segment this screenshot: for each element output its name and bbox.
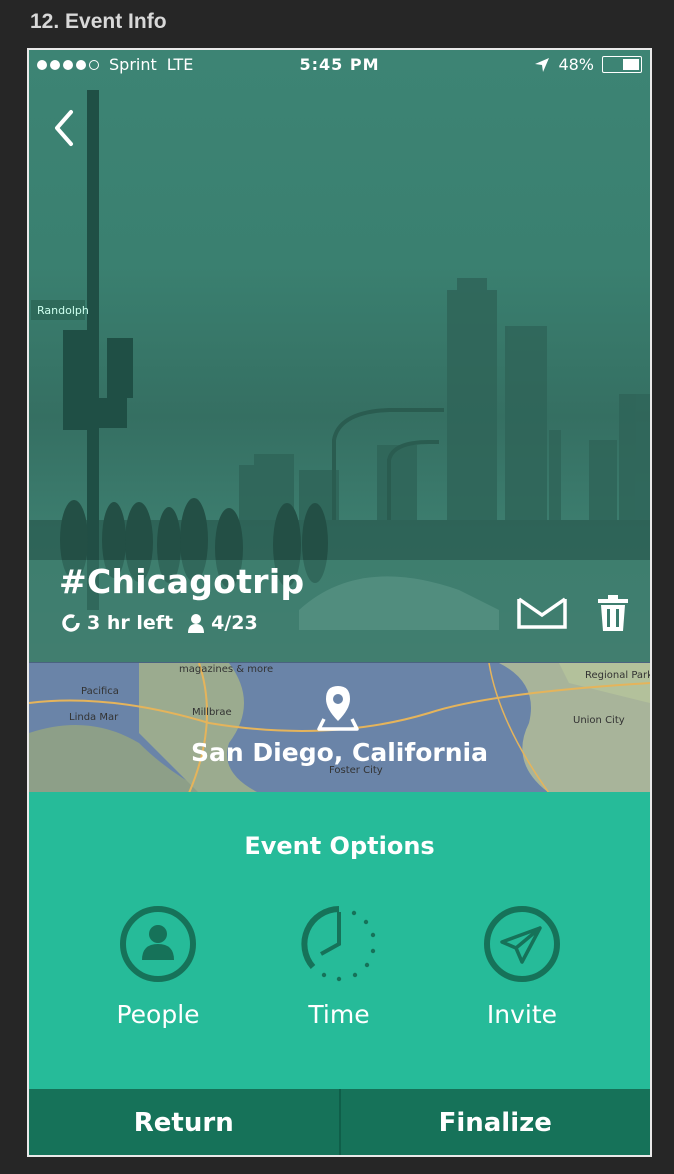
- delete-button[interactable]: [598, 595, 628, 635]
- event-hero-image: Randolph Sprint LTE 5:45 PM 48% #Chicago…: [29, 50, 650, 662]
- status-bar: Sprint LTE 5:45 PM 48%: [29, 50, 650, 80]
- time-option-button[interactable]: Time: [259, 904, 419, 1029]
- svg-text:magazines & more: magazines & more: [179, 664, 273, 675]
- bottom-action-bar: Return Finalize: [29, 1089, 651, 1155]
- people-option-button[interactable]: People: [78, 904, 238, 1029]
- trash-icon: [598, 595, 628, 631]
- battery-percent: 48%: [558, 55, 594, 74]
- svg-text:Union City: Union City: [573, 715, 625, 726]
- time-option-label: Time: [308, 1000, 370, 1029]
- clock-icon: [301, 906, 376, 982]
- map-location-label: San Diego, California: [191, 738, 488, 767]
- phone-frame: Randolph Sprint LTE 5:45 PM 48% #Chicago…: [27, 48, 652, 1157]
- paper-plane-icon: [484, 906, 560, 982]
- svg-text:Regional Park: Regional Park: [585, 670, 650, 681]
- finalize-button[interactable]: Finalize: [341, 1089, 651, 1155]
- save-button[interactable]: [516, 596, 568, 634]
- svg-text:Linda Mar: Linda Mar: [69, 712, 119, 723]
- event-meta: 3 hr left 4/23: [61, 612, 258, 634]
- invite-option-button[interactable]: Invite: [442, 904, 602, 1029]
- map-pin-icon: [317, 686, 359, 731]
- people-option-label: People: [116, 1000, 200, 1029]
- time-left-icon: [62, 614, 80, 632]
- person-icon: [120, 906, 196, 982]
- invite-option-label: Invite: [486, 1000, 558, 1029]
- back-button[interactable]: [49, 108, 79, 148]
- person-icon: [188, 614, 205, 633]
- event-options-panel: Event Options People Time Invite: [29, 792, 650, 1089]
- return-button[interactable]: Return: [29, 1089, 341, 1155]
- page-label: 12. Event Info: [30, 10, 167, 33]
- event-title: #Chicagotrip: [59, 562, 305, 601]
- svg-text:Millbrae: Millbrae: [192, 707, 232, 718]
- time-left: 3 hr left: [87, 612, 174, 634]
- event-options-title: Event Options: [244, 832, 435, 860]
- location-map[interactable]: magazines & more Pacifica Linda Mar Mill…: [29, 662, 650, 792]
- location-arrow-icon: [535, 57, 550, 72]
- attendee-count: 4/23: [211, 612, 258, 634]
- svg-text:Randolph: Randolph: [37, 304, 89, 317]
- inbox-download-icon: [517, 597, 567, 629]
- battery-level: [622, 59, 639, 70]
- svg-text:Pacifica: Pacifica: [81, 686, 119, 697]
- chevron-left-icon: [55, 110, 73, 146]
- battery-icon: [602, 56, 642, 73]
